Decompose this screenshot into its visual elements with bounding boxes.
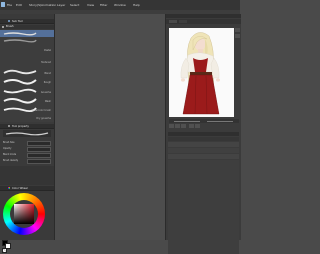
- layer-row[interactable]: [168, 154, 239, 159]
- tool-property-title: Tool property: [12, 124, 29, 128]
- brush-item[interactable]: Blend: [0, 67, 54, 76]
- color-panel-title: Color Wheel: [12, 186, 28, 190]
- layer-row[interactable]: [168, 148, 239, 153]
- menu-edit[interactable]: Edit: [16, 3, 22, 7]
- tool-property-header: Tool property: [0, 124, 54, 129]
- brush-item[interactable]: Rough: [0, 76, 54, 86]
- menu-window[interactable]: Window: [114, 3, 126, 7]
- brush-item-label: Blend: [44, 72, 51, 75]
- navigator-header: [166, 14, 241, 18]
- menu-layer[interactable]: Layer: [57, 3, 65, 7]
- left-panel: Sub Tool Brush Pastel Textured Blend Rou…: [0, 14, 55, 253]
- navigator-zoom-bar: [169, 119, 239, 123]
- zoom-out-button[interactable]: [169, 124, 174, 128]
- brush-stroke-preview: [3, 32, 37, 36]
- brush-item[interactable]: Watercolor brush: [0, 104, 54, 114]
- rotate-slider[interactable]: [207, 120, 233, 122]
- subtool-panel-header: Sub Tool: [0, 19, 54, 24]
- layer-row[interactable]: [168, 142, 239, 147]
- transparent-color-swatch[interactable]: [2, 248, 7, 253]
- zoom-in-button[interactable]: [175, 124, 180, 128]
- color-wheel[interactable]: [3, 193, 45, 235]
- navigator-tabs: [166, 19, 241, 24]
- brush-item-label: Gouache: [40, 91, 51, 94]
- navigator-button-row: [169, 124, 239, 128]
- menu-story[interactable]: Story(S): [29, 3, 41, 7]
- brush-stroke-preview: [3, 79, 37, 85]
- rotate-right-button[interactable]: [195, 124, 200, 128]
- color-panel-header: Color Wheel: [0, 186, 54, 191]
- menu-help[interactable]: Help: [133, 3, 140, 7]
- brush-density-row[interactable]: Brush density: [3, 158, 51, 164]
- brush-density-label: Brush density: [3, 159, 19, 162]
- subtool-panel-title: Sub Tool: [12, 19, 23, 23]
- wrench-icon: [8, 124, 11, 128]
- color-wheel-icon: [8, 186, 11, 190]
- navigator-tab[interactable]: [169, 20, 177, 23]
- saturation-value-square[interactable]: [14, 204, 34, 224]
- zoom-slider[interactable]: [174, 120, 200, 122]
- brush-item-label: Rough: [43, 81, 51, 84]
- brush-item-label: Dry gouache: [36, 117, 51, 120]
- character-illustration: [180, 32, 220, 115]
- menu-view[interactable]: View: [87, 3, 94, 7]
- subtool-tab-icon: [2, 25, 5, 29]
- brush-item[interactable]: [0, 37, 54, 44]
- brush-item[interactable]: Wash: [0, 95, 54, 104]
- brush-item-label: Pastel: [44, 49, 51, 52]
- right-panel: [165, 14, 241, 254]
- brush-item[interactable]: Dry gouache: [0, 114, 54, 122]
- fit-button[interactable]: [181, 124, 186, 128]
- brush-stroke-preview: [3, 88, 37, 94]
- blend-mode-label: Blend mode: [3, 153, 17, 156]
- layer-panel-toolbar: [168, 137, 239, 141]
- rotate-left-button[interactable]: [189, 124, 194, 128]
- canvas-area[interactable]: [55, 14, 165, 240]
- opacity-label: Opacity: [3, 147, 12, 150]
- tool-property-preview: [3, 130, 51, 137]
- brush-item-label: Watercolor brush: [31, 109, 51, 112]
- brush-stroke-preview: [3, 39, 37, 43]
- brush-item[interactable]: Gouache: [0, 86, 54, 95]
- opacity-row[interactable]: Opacity: [3, 146, 51, 152]
- blend-mode-row[interactable]: Blend mode: [3, 152, 51, 158]
- brush-item[interactable]: Textured: [0, 55, 54, 67]
- subview-tab[interactable]: [179, 20, 187, 23]
- brush-size-row[interactable]: Brush Size: [3, 140, 51, 146]
- subtool-tab-brush[interactable]: Brush: [6, 25, 14, 28]
- navigator-preview[interactable]: [169, 28, 234, 117]
- navigator-side-button[interactable]: [235, 34, 240, 38]
- brush-stroke-preview: [3, 69, 37, 75]
- app-icon: [1, 2, 5, 7]
- layer-panel-header: [168, 132, 239, 136]
- tool-property-empty: [0, 166, 54, 185]
- brush-icon: [8, 19, 11, 23]
- brush-item[interactable]: Pastel: [0, 44, 54, 55]
- menu-animation[interactable]: Animation: [41, 3, 56, 7]
- menu-select[interactable]: Select: [70, 3, 79, 7]
- brush-stroke-preview: [3, 98, 37, 104]
- brush-item[interactable]: [0, 30, 54, 37]
- brush-item-label: Wash: [44, 100, 51, 103]
- brush-stroke-preview: [5, 132, 49, 136]
- subtool-tab-bar: Brush: [0, 25, 54, 29]
- menu-file[interactable]: File: [7, 3, 12, 7]
- navigator-side-button[interactable]: [235, 28, 240, 32]
- brush-density-slider[interactable]: [27, 158, 51, 164]
- brush-item-label: Textured: [41, 61, 51, 64]
- menu-filter[interactable]: Filter: [100, 3, 107, 7]
- brush-size-label: Brush Size: [3, 141, 15, 144]
